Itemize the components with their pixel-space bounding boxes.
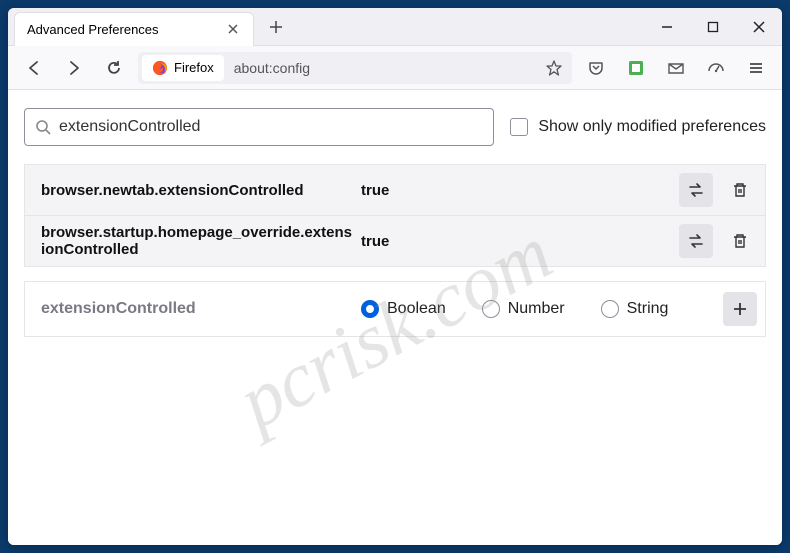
type-radio-group: Boolean Number String xyxy=(361,300,723,318)
mail-icon[interactable] xyxy=(660,52,692,84)
pref-actions xyxy=(679,173,757,207)
tab-title: Advanced Preferences xyxy=(27,22,225,37)
titlebar: Advanced Preferences xyxy=(8,8,782,46)
extension-icon[interactable] xyxy=(620,52,652,84)
delete-button[interactable] xyxy=(723,173,757,207)
radio-icon xyxy=(482,300,500,318)
radio-string[interactable]: String xyxy=(601,300,669,318)
pref-name: browser.startup.homepage_override.extens… xyxy=(41,224,361,258)
search-input[interactable] xyxy=(59,118,483,136)
browser-window: Advanced Preferences Firefox about:confi… xyxy=(8,8,782,545)
pref-value: true xyxy=(361,182,679,199)
navigation-toolbar: Firefox about:config xyxy=(8,46,782,90)
new-pref-name: extensionControlled xyxy=(41,300,361,318)
toggle-button[interactable] xyxy=(679,173,713,207)
radio-label: Boolean xyxy=(387,300,446,318)
add-button[interactable] xyxy=(723,292,757,326)
preference-row: browser.newtab.extensionControlled true xyxy=(25,165,765,215)
close-tab-icon[interactable] xyxy=(225,21,241,37)
window-controls xyxy=(644,8,782,46)
identity-label: Firefox xyxy=(174,60,214,75)
radio-label: Number xyxy=(508,300,565,318)
url-bar[interactable]: Firefox about:config xyxy=(138,52,572,84)
back-button[interactable] xyxy=(18,52,50,84)
radio-boolean[interactable]: Boolean xyxy=(361,300,446,318)
search-icon xyxy=(35,119,51,135)
close-window-button[interactable] xyxy=(736,8,782,46)
pref-name: browser.newtab.extensionControlled xyxy=(41,182,361,199)
bookmark-star-icon[interactable] xyxy=(540,54,568,82)
show-modified-checkbox[interactable] xyxy=(510,118,528,136)
minimize-button[interactable] xyxy=(644,8,690,46)
browser-tab[interactable]: Advanced Preferences xyxy=(14,12,254,46)
pref-actions xyxy=(679,224,757,258)
maximize-button[interactable] xyxy=(690,8,736,46)
show-modified-checkbox-label[interactable]: Show only modified preferences xyxy=(510,118,766,136)
url-text[interactable]: about:config xyxy=(228,60,536,76)
radio-icon xyxy=(601,300,619,318)
identity-box[interactable]: Firefox xyxy=(142,55,224,81)
toggle-button[interactable] xyxy=(679,224,713,258)
radio-number[interactable]: Number xyxy=(482,300,565,318)
reload-button[interactable] xyxy=(98,52,130,84)
forward-button[interactable] xyxy=(58,52,90,84)
firefox-icon xyxy=(152,60,168,76)
dashboard-icon[interactable] xyxy=(700,52,732,84)
delete-button[interactable] xyxy=(723,224,757,258)
preference-row: browser.startup.homepage_override.extens… xyxy=(25,215,765,266)
search-row: Show only modified preferences xyxy=(14,108,776,164)
page-content: Show only modified preferences browser.n… xyxy=(8,90,782,545)
radio-icon xyxy=(361,300,379,318)
pref-value: true xyxy=(361,233,679,250)
pocket-icon[interactable] xyxy=(580,52,612,84)
preferences-table: browser.newtab.extensionControlled true … xyxy=(24,164,766,267)
hamburger-menu-icon[interactable] xyxy=(740,52,772,84)
search-box[interactable] xyxy=(24,108,494,146)
new-preference-row: extensionControlled Boolean Number Strin… xyxy=(24,281,766,337)
checkbox-text: Show only modified preferences xyxy=(538,118,766,136)
new-tab-button[interactable] xyxy=(262,13,290,41)
radio-label: String xyxy=(627,300,669,318)
